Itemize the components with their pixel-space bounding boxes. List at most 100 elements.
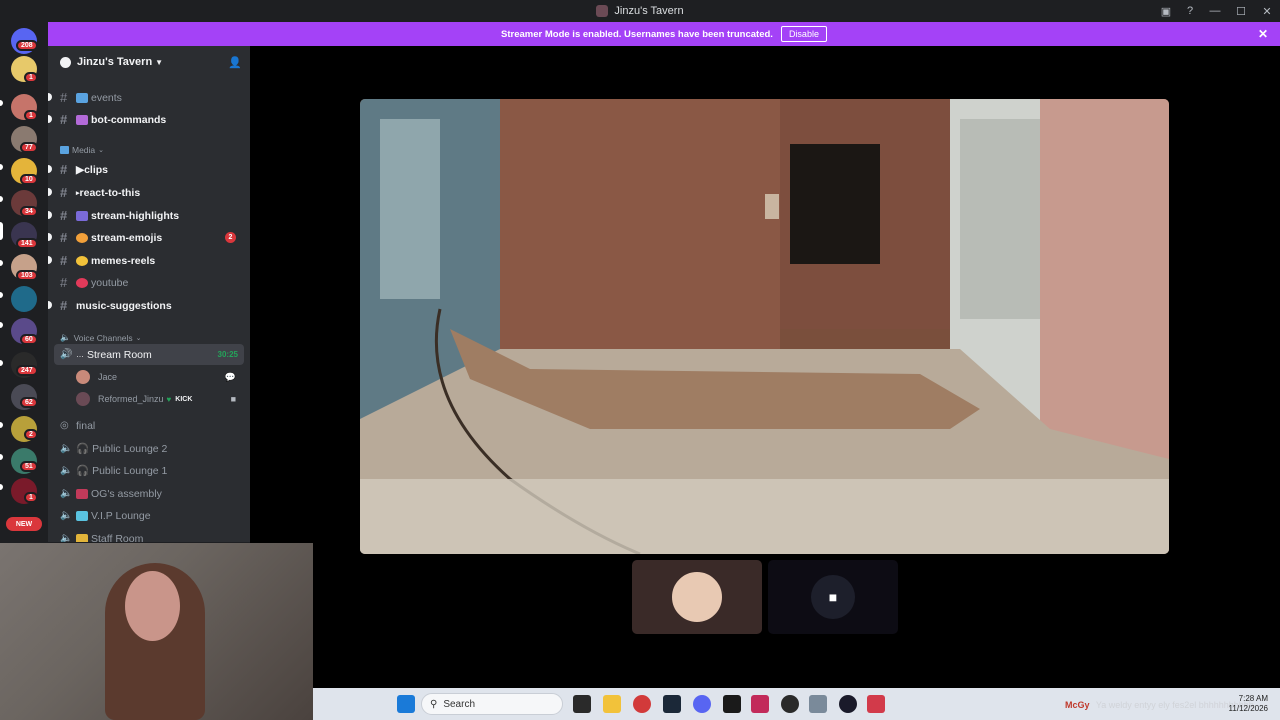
minimize-icon[interactable]: — — [1202, 0, 1228, 22]
speaker-icon: 🔈 — [60, 465, 73, 476]
unread-pill — [0, 164, 3, 170]
chevron-down-icon: ⌄ — [135, 334, 142, 342]
server-badge: 208 — [16, 40, 38, 51]
chat-user: McGy — [1065, 700, 1090, 710]
unread-pill — [0, 322, 3, 328]
voice-user-name: Reformed_Jinzu — [98, 394, 164, 404]
gem-emoji-icon — [76, 510, 88, 521]
unread-dot — [48, 165, 52, 173]
smile-emoji-icon — [76, 232, 88, 243]
windows-start-icon[interactable] — [397, 695, 415, 713]
heart-icon: ♥ — [166, 394, 172, 404]
obs-icon[interactable] — [781, 695, 799, 713]
channel-youtube[interactable]: # youtube — [54, 272, 244, 293]
maximize-icon[interactable]: ☐ — [1228, 0, 1254, 22]
participant-tile-camera[interactable]: ■ — [768, 560, 898, 634]
banner-text: Streamer Mode is enabled. Usernames have… — [501, 28, 773, 40]
disable-button[interactable]: Disable — [780, 26, 827, 42]
play-icon: ▶ — [76, 163, 85, 176]
video-camera-icon: ■ — [230, 394, 236, 404]
stream-video-frame — [360, 99, 1169, 554]
server-rail: 208 1 1 77 10 34 141 103 60 247 62 2 51 … — [0, 22, 48, 542]
media-app-icon[interactable] — [751, 695, 769, 713]
app-icon[interactable] — [867, 695, 885, 713]
system-clock[interactable]: 7:28 AM 11/12/2026 — [1229, 694, 1268, 714]
server-header[interactable]: Jinzu's Tavern ▼ 👤 — [48, 46, 250, 78]
settings-icon[interactable] — [809, 695, 827, 713]
new-badge[interactable]: NEW — [6, 517, 42, 531]
hash-icon: # — [60, 208, 68, 223]
channel-bot-commands[interactable]: # bot-commands — [48, 109, 244, 130]
server-badge: 77 — [20, 142, 38, 153]
server-badge: 1 — [24, 110, 38, 121]
unread-pill — [0, 454, 3, 460]
hash-icon: # — [60, 275, 68, 290]
channel-memes-reels[interactable]: # memes-reels — [48, 250, 244, 271]
channel-label: events — [91, 91, 122, 104]
unread-dot — [48, 256, 52, 264]
voice-channel-public-lounge-2[interactable]: 🔈 🎧 Public Lounge 2 — [54, 438, 244, 459]
server-badge: 247 — [16, 365, 38, 376]
add-member-icon[interactable]: 👤 — [228, 56, 242, 69]
channel-events[interactable]: # events — [48, 87, 244, 108]
banner-close-icon[interactable]: ✕ — [1258, 27, 1268, 41]
speaker-icon: 🔈 — [60, 533, 73, 542]
hash-icon: # — [60, 185, 68, 200]
chevron-down-icon: ▼ — [155, 57, 164, 67]
participant-tile-streamer[interactable] — [632, 560, 762, 634]
channel-stream-highlights[interactable]: # stream-highlights — [48, 205, 244, 226]
server-badge: 62 — [20, 397, 38, 408]
calendar-emoji-icon — [76, 92, 88, 103]
hash-icon: # — [60, 230, 68, 245]
speaker-icon: 🔈 — [60, 488, 73, 499]
channel-music-suggestions[interactable]: # music-suggestions — [48, 295, 244, 316]
server-icon[interactable] — [11, 286, 37, 312]
windows-taskbar: ⚲ Search McGy Ya weldy entyy ely fes2el … — [313, 688, 1280, 720]
discord-icon[interactable] — [693, 695, 711, 713]
channel-react-to-this[interactable]: # ▸ react-to-this — [48, 182, 244, 203]
headphones-icon: 🎧 — [76, 465, 90, 477]
channel-clips[interactable]: # ▶ clips — [48, 159, 244, 180]
category-media[interactable]: Media ⌄ — [60, 145, 104, 155]
screen-share-stream[interactable] — [360, 99, 1169, 554]
voice-channel-final[interactable]: ◎ final — [54, 415, 244, 436]
help-icon[interactable]: ? — [1178, 0, 1202, 22]
voice-channel-vip-lounge[interactable]: 🔈 V.I.P Lounge — [54, 505, 244, 526]
voice-channel-public-lounge-1[interactable]: 🔈 🎧 Public Lounge 1 — [54, 460, 244, 481]
file-explorer-icon[interactable] — [603, 695, 621, 713]
voice-user-reformed-jinzu[interactable]: Reformed_Jinzu ♥ KICK ■ — [76, 390, 246, 408]
clapper-emoji-icon — [76, 210, 88, 221]
webcam-overlay — [0, 543, 313, 720]
task-view-icon[interactable] — [573, 695, 591, 713]
channel-label: bot-commands — [91, 113, 167, 126]
mention-badge: 2 — [225, 232, 236, 243]
channel-label: Public Lounge 2 — [92, 442, 168, 455]
voice-channel-stream-room[interactable]: 🔊 … Stream Room 30:25 — [54, 344, 244, 365]
inbox-icon[interactable]: ▣ — [1154, 0, 1178, 22]
category-voice-channels[interactable]: 🔈 Voice Channels ⌄ — [60, 332, 142, 343]
channel-stream-emojis[interactable]: # stream-emojis 2 — [48, 227, 244, 248]
selected-pill — [0, 222, 3, 240]
server-avatar-icon — [596, 5, 609, 17]
server-badge: 1 — [24, 72, 38, 83]
avatar — [76, 392, 90, 406]
voice-channel-staff-room[interactable]: 🔈 Staff Room — [54, 528, 244, 542]
category-label: Media — [72, 145, 96, 155]
unread-pill — [0, 484, 3, 490]
voice-user-jace[interactable]: Jace 💬 — [76, 368, 246, 386]
opera-gx-icon[interactable] — [633, 695, 651, 713]
hash-icon: # — [60, 162, 68, 177]
server-badge: 1 — [24, 492, 38, 503]
steam-icon[interactable] — [663, 695, 681, 713]
hash-icon: # — [60, 298, 68, 313]
youtube-emoji-icon — [76, 277, 88, 288]
voice-channel-ogs-assembly[interactable]: 🔈 OG's assembly — [54, 483, 244, 504]
server-badge: 60 — [20, 334, 38, 345]
kick-app-icon[interactable] — [723, 695, 741, 713]
close-icon[interactable]: ✕ — [1254, 0, 1280, 22]
channel-label: Stream Room — [87, 348, 152, 361]
headphones-icon: 🎧 — [76, 443, 90, 455]
taskbar-search[interactable]: ⚲ Search — [421, 693, 563, 715]
window-titlebar: Jinzu's Tavern ▣ ? — ☐ ✕ — [0, 0, 1280, 22]
app-icon[interactable] — [839, 695, 857, 713]
